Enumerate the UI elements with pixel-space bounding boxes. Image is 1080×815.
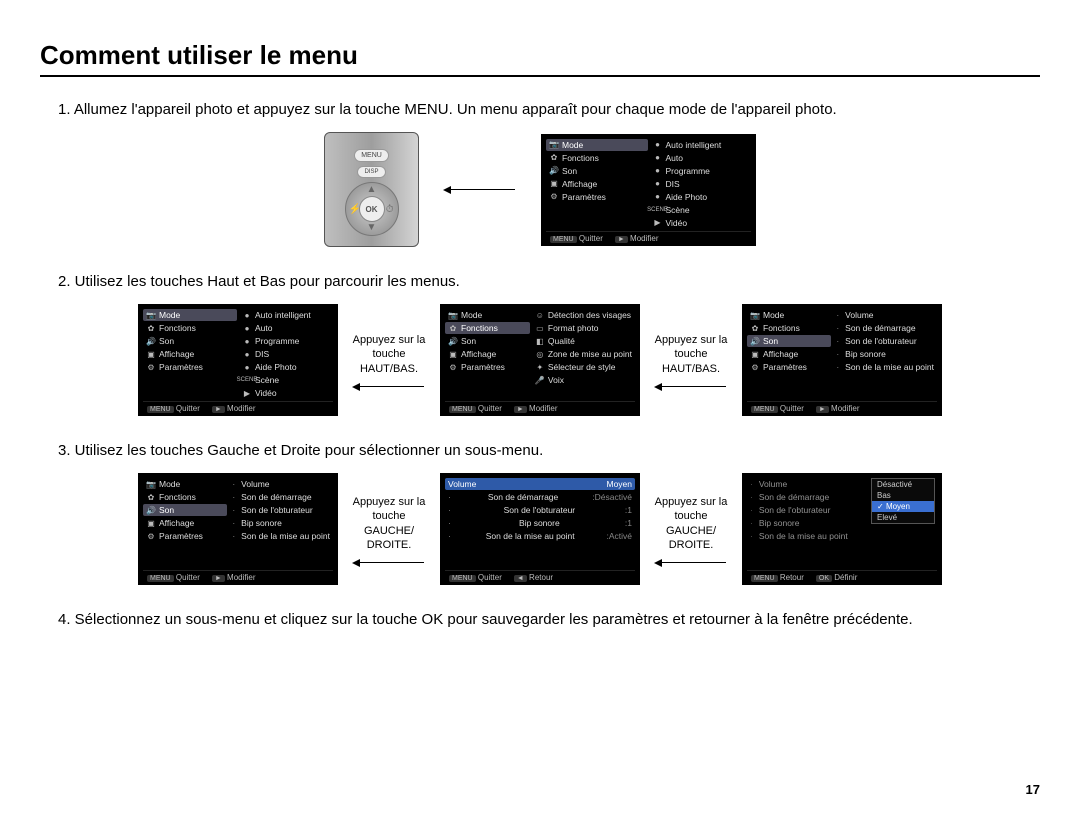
dpad-down-icon: ▼ (367, 222, 377, 233)
volume-options-popup: Désactivé Bas Moyen Elevé (871, 478, 935, 524)
page-number: 17 (1026, 782, 1040, 797)
mode-scene: SCENEScène (650, 204, 752, 216)
arrow-left-icon (656, 386, 726, 387)
step-2-row: 📷Mode ✿Fonctions 🔊Son ▣Affichage ⚙Paramè… (40, 304, 1040, 416)
dpad-up-icon: ▲ (367, 184, 377, 195)
caption-updown-2: Appuyez sur la touche HAUT/BAS. (648, 333, 734, 376)
gear-icon: ✿ (549, 153, 559, 163)
mode-auto-intelligent: ●Auto intelligent (650, 139, 752, 151)
lcd-s3-c: Volume Son de démarrage Son de l'obturat… (742, 473, 942, 585)
dpad: ▲ ▼ ⚡ ⏱ OK (345, 182, 399, 236)
lcd-s3-a: 📷Mode ✿Fonctions 🔊Son ▣Affichage ⚙Paramè… (138, 473, 338, 585)
arrow-group (437, 189, 523, 190)
row-volume: VolumeMoyen (445, 478, 635, 490)
opt-eleve: Elevé (872, 512, 934, 523)
settings-icon: ⚙ (549, 192, 559, 202)
dpad-flash-icon: ⚡ (349, 204, 361, 215)
menu-item-fonctions: ✿Fonctions (546, 152, 648, 164)
menu-item-mode: 📷Mode (546, 139, 648, 151)
opt-moyen: Moyen (872, 501, 934, 512)
step-3-row: 📷Mode ✿Fonctions 🔊Son ▣Affichage ⚙Paramè… (40, 473, 1040, 585)
mode-aide: ●Aide Photo (650, 191, 752, 203)
step-2-text: 2. Utilisez les touches Haut et Bas pour… (58, 273, 1040, 290)
menu-item-affichage: ▣Affichage (546, 178, 648, 190)
opt-bas: Bas (872, 490, 934, 501)
menu-item-son: 🔊Son (546, 165, 648, 177)
camera-icon: 📷 (549, 140, 559, 150)
arrow-left-icon (354, 562, 424, 563)
step-4-text: 4. Sélectionnez un sous-menu et cliquez … (58, 611, 1040, 628)
arrow-left-icon (354, 386, 424, 387)
disp-button-label: DISP (357, 166, 385, 178)
caption-leftright-2: Appuyez sur la touche GAUCHE/ DROITE. (648, 495, 734, 552)
menu-button-label: MENU (354, 149, 389, 162)
step-1-text: 1. Allumez l'appareil photo et appuyez s… (58, 101, 1040, 118)
lcd-s3-b: VolumeMoyen Son de démarrage:Désactivé S… (440, 473, 640, 585)
speaker-icon: 🔊 (549, 166, 559, 176)
lcd-s2-a: 📷Mode ✿Fonctions 🔊Son ▣Affichage ⚙Paramè… (138, 304, 338, 416)
caption-leftright-1: Appuyez sur la touche GAUCHE/ DROITE. (346, 495, 432, 552)
lcd-s2-b: 📷Mode ✿Fonctions 🔊Son ▣Affichage ⚙Paramè… (440, 304, 640, 416)
display-icon: ▣ (549, 179, 559, 189)
opt-desactive: Désactivé (872, 479, 934, 490)
menu-item-parametres: ⚙Paramètres (546, 191, 648, 203)
camera-back-illustration: MENU DISP ▲ ▼ ⚡ ⏱ OK (324, 132, 419, 247)
dpad-timer-icon: ⏱ (386, 204, 394, 215)
caption-updown-1: Appuyez sur la touche HAUT/BAS. (346, 333, 432, 376)
mode-programme: ●Programme (650, 165, 752, 177)
mode-video: ▶Vidéo (650, 217, 752, 229)
lcd-footer: MENU Quitter ► Modifier (546, 231, 751, 245)
arrow-left-icon (656, 562, 726, 563)
arrow-left-icon (445, 189, 515, 190)
ok-button: OK (359, 196, 385, 222)
page-title: Comment utiliser le menu (40, 40, 1040, 77)
mode-auto: ●Auto (650, 152, 752, 164)
lcd-screen-mode: 📷Mode ✿Fonctions 🔊Son ▣Affichage ⚙Paramè… (541, 134, 756, 246)
mode-dis: ●DIS (650, 178, 752, 190)
lcd-s2-c: 📷Mode ✿Fonctions 🔊Son ▣Affichage ⚙Paramè… (742, 304, 942, 416)
step-1-row: MENU DISP ▲ ▼ ⚡ ⏱ OK 📷Mode ✿Fonctions 🔊S… (40, 132, 1040, 247)
step-3-text: 3. Utilisez les touches Gauche et Droite… (58, 442, 1040, 459)
